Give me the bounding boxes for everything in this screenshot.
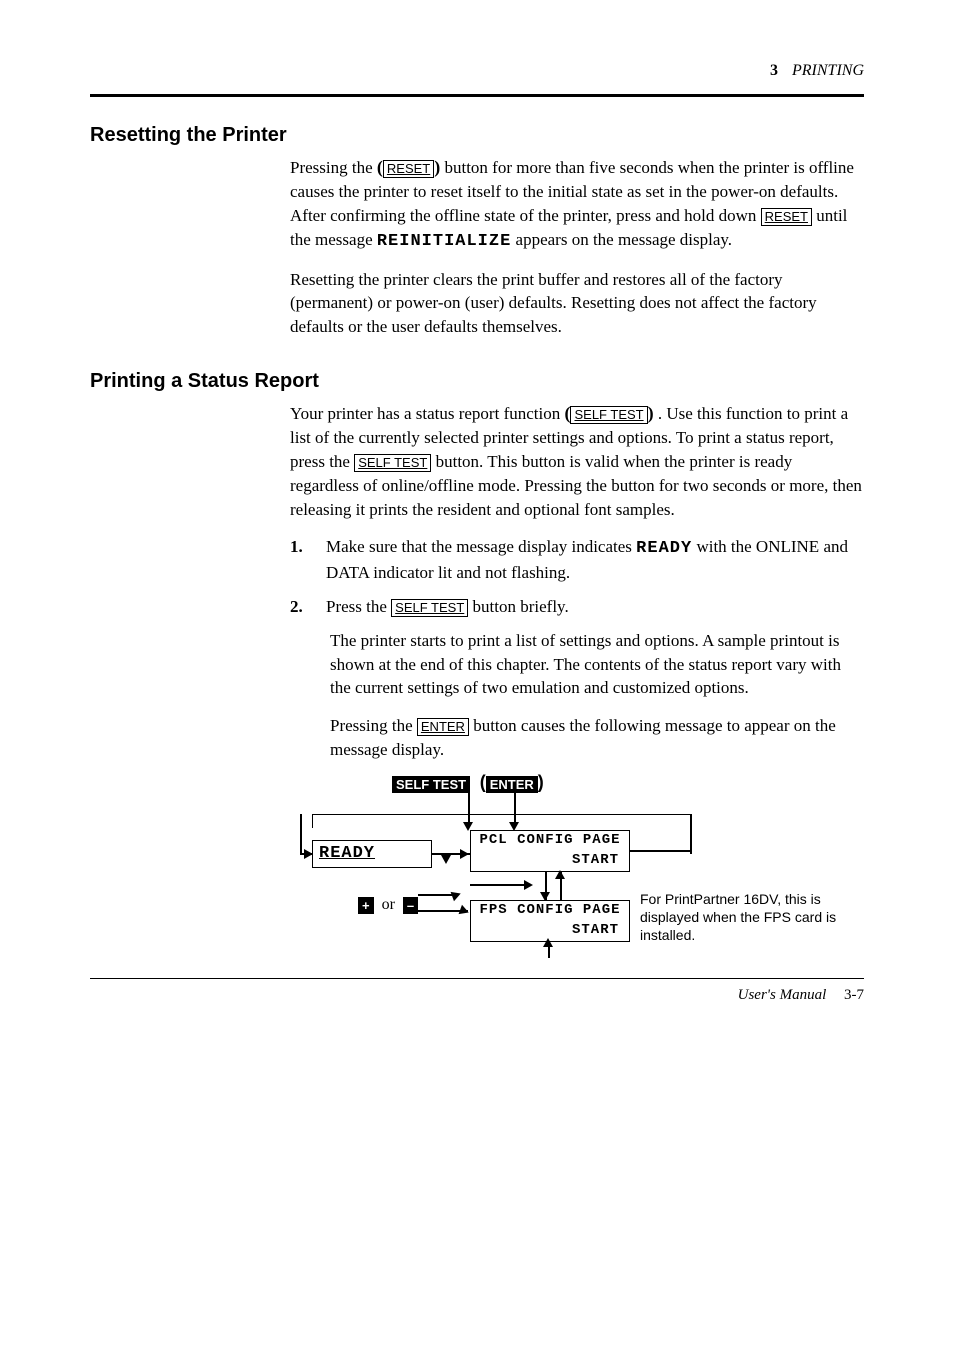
reset-text-1a: Pressing the bbox=[290, 158, 377, 177]
diagram-fps-box: FPS CONFIG PAGE START bbox=[470, 900, 630, 942]
step-2: 2. Press the SELF TEST button briefly. bbox=[290, 595, 864, 619]
status-para3: Pressing the ENTER button causes the fol… bbox=[330, 714, 844, 762]
reset-button-1: RESET bbox=[383, 160, 434, 178]
status-3a: Pressing the bbox=[330, 716, 417, 735]
page-footer: User's Manual 3-7 bbox=[90, 985, 864, 1006]
reset-para2: Resetting the printer clears the print b… bbox=[290, 268, 864, 339]
top-rule bbox=[90, 94, 864, 97]
footer-label: User's Manual bbox=[738, 987, 827, 1003]
diagram-enter-key: ENTER bbox=[486, 776, 538, 793]
diagram-plus-key: + bbox=[358, 897, 374, 914]
step-2-num: 2. bbox=[290, 595, 326, 619]
flow-diagram: SELF TEST (ENTER) READY PCL CONFIG PAGE … bbox=[300, 762, 860, 962]
status-para2: The printer starts to print a list of se… bbox=[330, 629, 844, 700]
step-2-a: Press the bbox=[326, 597, 391, 616]
step-1-num: 1. bbox=[290, 535, 326, 585]
diagram-pcl-box: PCL CONFIG PAGE START bbox=[470, 830, 630, 872]
enter-button: ENTER bbox=[417, 718, 469, 736]
diagram-minus-key: – bbox=[403, 897, 418, 914]
diagram-fps-l2: START bbox=[572, 921, 619, 941]
diagram-fps-l1: FPS CONFIG PAGE bbox=[479, 901, 620, 921]
step-1-ready: READY bbox=[636, 537, 692, 561]
diagram-or-label: or bbox=[382, 896, 395, 913]
chapter-title: PRINTING bbox=[792, 62, 864, 79]
status-para1: Your printer has a status report functio… bbox=[290, 401, 864, 521]
step-1: 1. Make sure that the message display in… bbox=[290, 535, 864, 585]
chapter-label: 3 PRINTING bbox=[770, 60, 864, 82]
footer-page: 3-7 bbox=[844, 987, 864, 1003]
reinitialize-label: REINITIALIZE bbox=[377, 230, 511, 254]
bottom-rule bbox=[90, 978, 864, 979]
selftest-button-2: SELF TEST bbox=[354, 454, 431, 472]
diagram-note: For PrintPartner 16DV, this is displayed… bbox=[640, 890, 850, 945]
selftest-button-1: SELF TEST bbox=[570, 406, 647, 424]
selftest-button-3: SELF TEST bbox=[391, 599, 468, 617]
diagram-pcl-l1: PCL CONFIG PAGE bbox=[479, 831, 620, 851]
reset-button-2: RESET bbox=[761, 208, 812, 226]
step-1-a: Make sure that the message display indic… bbox=[326, 537, 636, 556]
chapter-number: 3 bbox=[770, 62, 778, 79]
diagram-ready-text: READY bbox=[319, 842, 375, 866]
section-title-status: Printing a Status Report bbox=[90, 367, 864, 395]
reset-text-1d: appears on the message display. bbox=[516, 230, 733, 249]
reset-para1: Pressing the (RESET) button for more tha… bbox=[290, 155, 864, 254]
diagram-ready-box: READY bbox=[312, 840, 432, 868]
step-2-b: button briefly. bbox=[473, 597, 569, 616]
diagram-selftest-key: SELF TEST bbox=[392, 776, 470, 793]
section-title-reset: Resetting the Printer bbox=[90, 121, 864, 149]
status-text-1a: Your printer has a status report functio… bbox=[290, 404, 564, 423]
diagram-pcl-l2: START bbox=[572, 851, 619, 871]
